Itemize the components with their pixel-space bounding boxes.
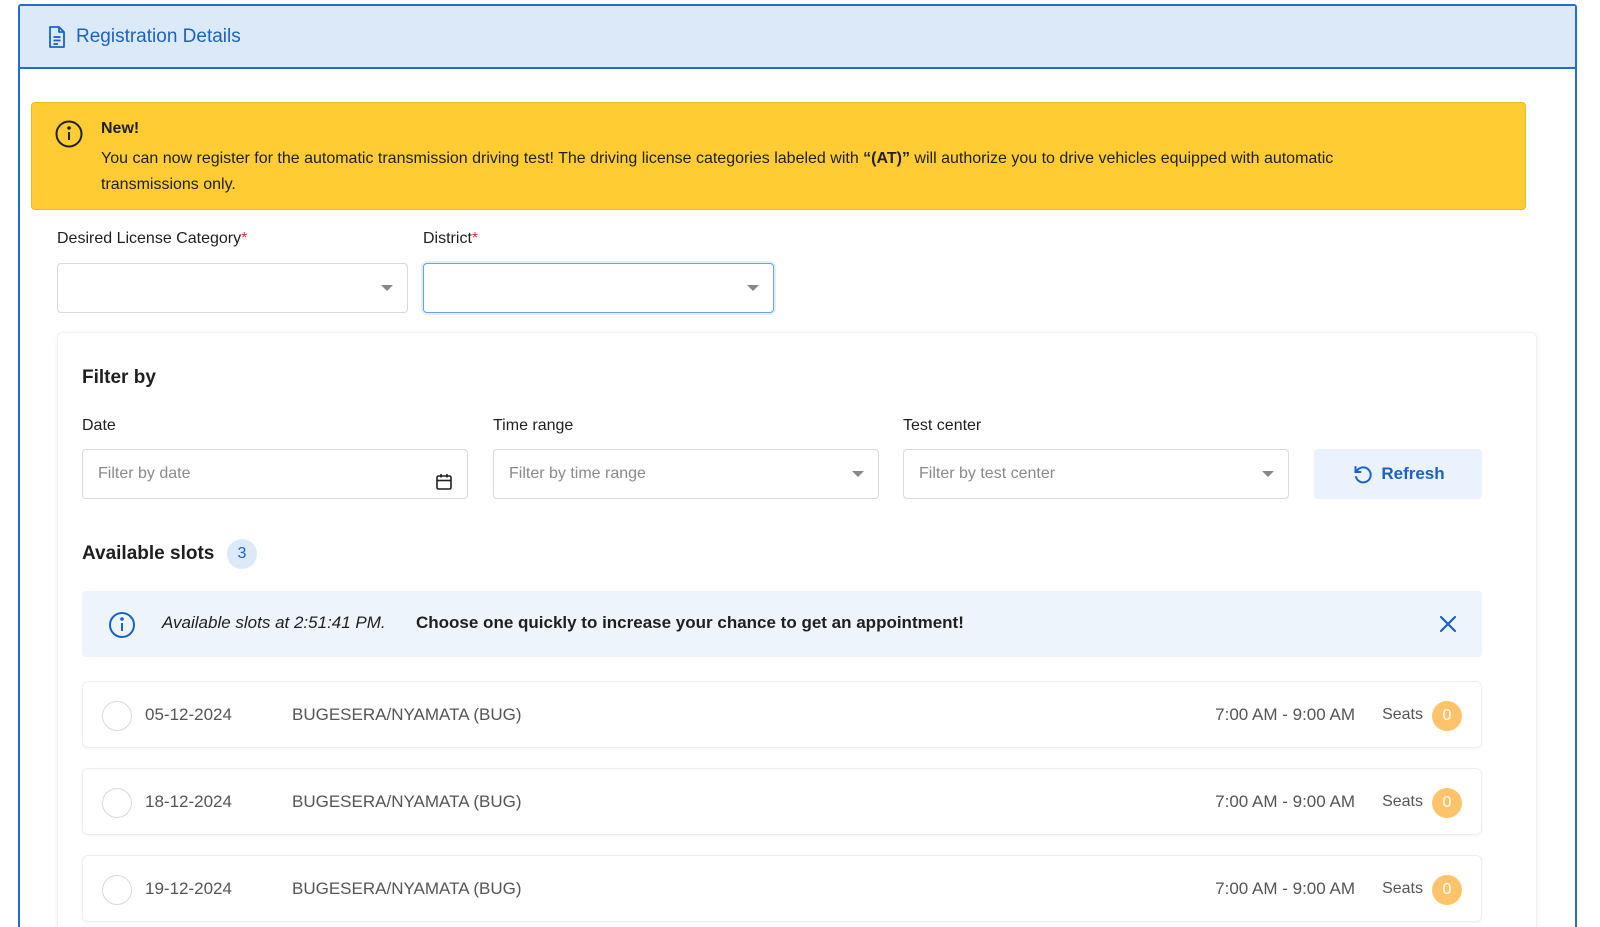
caret-down-icon — [381, 285, 393, 291]
slot-date: 05-12-2024 — [145, 705, 232, 724]
document-icon — [46, 25, 68, 49]
date-placeholder: Filter by date — [98, 465, 191, 482]
slot-seats-label: Seats — [1382, 793, 1423, 810]
panel-header: Registration Details — [20, 6, 1575, 69]
slot-time: 7:00 AM - 9:00 AM — [1215, 705, 1355, 724]
test-center-label: Test center — [903, 417, 982, 434]
license-category-select[interactable] — [57, 263, 408, 313]
time-range-placeholder: Filter by time range — [509, 465, 646, 482]
date-label: Date — [82, 417, 116, 434]
test-center-select[interactable]: Filter by test center — [903, 449, 1289, 499]
info-icon — [108, 611, 136, 639]
new-feature-notice: New! You can now register for the automa… — [31, 102, 1526, 210]
district-label-text: District — [423, 230, 472, 247]
slot-center: BUGESERA/NYAMATA (BUG) — [292, 792, 522, 811]
license-category-label-text: Desired License Category — [57, 230, 242, 247]
notice-body-strong: “(AT)” — [863, 150, 910, 167]
slot-row[interactable]: 18-12-2024 BUGESERA/NYAMATA (BUG) 7:00 A… — [82, 768, 1482, 835]
time-range-select[interactable]: Filter by time range — [493, 449, 879, 499]
notice-body-prefix: You can now register for the automatic t… — [101, 150, 864, 167]
required-mark: * — [471, 230, 479, 247]
caret-down-icon — [1262, 471, 1274, 477]
slot-seats-badge: 0 — [1432, 701, 1462, 731]
slot-radio[interactable] — [102, 875, 132, 905]
refresh-button[interactable]: Refresh — [1314, 449, 1482, 499]
refresh-icon — [1351, 462, 1375, 486]
close-icon[interactable] — [1438, 614, 1458, 634]
slot-date: 19-12-2024 — [145, 879, 232, 898]
caret-down-icon — [852, 471, 864, 477]
date-filter-input[interactable]: Filter by date — [82, 449, 468, 499]
panel-title: Registration Details — [76, 25, 241, 47]
info-icon — [54, 119, 84, 149]
refresh-label: Refresh — [1381, 464, 1445, 483]
alert-strong-text: Choose one quickly to increase your chan… — [416, 613, 964, 632]
filter-card: Filter by Date Filter by date Time range… — [57, 332, 1537, 927]
slot-center: BUGESERA/NYAMATA (BUG) — [292, 705, 522, 724]
notice-title: New! — [101, 120, 140, 137]
required-mark: * — [241, 230, 248, 247]
test-center-placeholder: Filter by test center — [919, 465, 1056, 482]
caret-down-icon — [747, 285, 759, 291]
slot-seats-label: Seats — [1382, 880, 1423, 897]
calendar-icon[interactable] — [434, 464, 454, 490]
time-range-label: Time range — [493, 417, 574, 434]
slot-date: 18-12-2024 — [145, 792, 232, 811]
slot-seats-badge: 0 — [1432, 875, 1462, 905]
license-category-label: Desired License Category* — [57, 230, 247, 248]
slot-center: BUGESERA/NYAMATA (BUG) — [292, 879, 522, 898]
slot-radio[interactable] — [102, 701, 132, 731]
available-slots-title: Available slots — [82, 543, 215, 564]
slot-seats-label: Seats — [1382, 706, 1423, 723]
filter-title: Filter by — [82, 367, 156, 388]
slot-radio[interactable] — [102, 788, 132, 818]
slots-count-badge: 3 — [227, 539, 257, 569]
district-label: District* — [423, 230, 478, 248]
slot-row[interactable]: 05-12-2024 BUGESERA/NYAMATA (BUG) 7:00 A… — [82, 681, 1482, 748]
alert-text: Available slots at 2:51:41 PM. — [162, 613, 386, 632]
district-select[interactable] — [423, 263, 774, 313]
slot-time: 7:00 AM - 9:00 AM — [1215, 879, 1355, 898]
slots-alert: Available slots at 2:51:41 PM. Choose on… — [82, 591, 1482, 657]
slot-row[interactable]: 19-12-2024 BUGESERA/NYAMATA (BUG) 7:00 A… — [82, 855, 1482, 922]
notice-body: You can now register for the automatic t… — [101, 146, 1371, 198]
slot-seats-badge: 0 — [1432, 788, 1462, 818]
slot-time: 7:00 AM - 9:00 AM — [1215, 792, 1355, 811]
